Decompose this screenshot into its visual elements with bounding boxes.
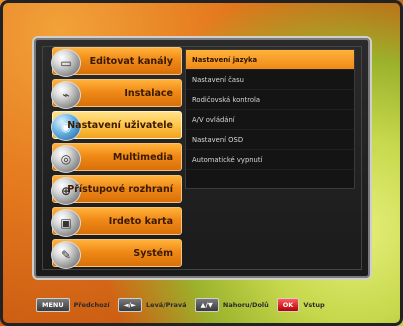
footer-key-up-down[interactable]: ▲/▼ Nahoru/Dolů bbox=[194, 298, 269, 312]
menu-item-irdeto-karta[interactable]: ▣ Irdeto karta bbox=[51, 207, 182, 237]
tv-icon: ▭ bbox=[51, 49, 81, 77]
footer-keybar: MENU Předchozí ◄/► Levá/Pravá ▲/▼ Nahoru… bbox=[36, 296, 366, 314]
multimedia-icon: ◎ bbox=[51, 145, 81, 173]
menu-item-label: Instalace bbox=[124, 87, 173, 99]
submenu-item-nastaveni-osd[interactable]: Nastavení OSD bbox=[186, 130, 354, 150]
menu-key[interactable]: MENU bbox=[36, 298, 70, 312]
left-right-key[interactable]: ◄/► bbox=[117, 298, 143, 312]
footer-key-label: Levá/Pravá bbox=[146, 301, 187, 309]
menu-item-system[interactable]: ✎ Systém bbox=[51, 239, 182, 269]
smart-card-icon: ▣ bbox=[51, 209, 81, 237]
menu-item-pristupove-rozhrani[interactable]: ⊕ Přístupové rozhraní bbox=[51, 175, 182, 205]
submenu-item-rodicovska-kontrola[interactable]: Rodičovská kontrola bbox=[186, 90, 354, 110]
menu-item-label: Multimedia bbox=[112, 151, 173, 163]
footer-key-label: Předchozí bbox=[73, 301, 110, 309]
menu-item-label: Systém bbox=[133, 247, 173, 259]
up-down-key[interactable]: ▲/▼ bbox=[194, 298, 219, 312]
menu-item-multimedia[interactable]: ◎ Multimedia bbox=[51, 143, 182, 173]
settings-panel: ▭ Editovat kanály ⌁ Instalace ◉ Nastaven… bbox=[32, 36, 372, 280]
submenu-item-automaticke-vypnuti[interactable]: Automatické vypnutí bbox=[186, 150, 354, 170]
footer-key-label: Vstup bbox=[303, 301, 325, 309]
submenu: Nastavení jazyka Nastavení času Rodičovs… bbox=[185, 49, 355, 189]
menu-item-editovat-kanaly[interactable]: ▭ Editovat kanály bbox=[51, 47, 182, 77]
satellite-dish-icon: ⌁ bbox=[51, 81, 81, 109]
submenu-item-nastaveni-jazyka[interactable]: Nastavení jazyka bbox=[186, 50, 354, 70]
footer-key-left-right[interactable]: ◄/► Levá/Pravá bbox=[117, 298, 187, 312]
submenu-item-av-ovladani[interactable]: A/V ovládání bbox=[186, 110, 354, 130]
footer-key-menu[interactable]: MENU Předchozí bbox=[36, 298, 110, 312]
footer-key-label: Nahoru/Dolů bbox=[222, 301, 269, 309]
ok-key[interactable]: OK bbox=[276, 298, 300, 312]
system-icon: ✎ bbox=[51, 241, 81, 269]
menu-item-label: Nastavení uživatele bbox=[67, 119, 173, 131]
submenu-item-nastaveni-casu[interactable]: Nastavení času bbox=[186, 70, 354, 90]
menu-item-label: Irdeto karta bbox=[108, 215, 173, 227]
menu-item-instalace[interactable]: ⌁ Instalace bbox=[51, 79, 182, 109]
menu-item-label: Editovat kanály bbox=[89, 55, 173, 67]
footer-key-ok[interactable]: OK Vstup bbox=[276, 298, 325, 312]
menu-item-nastaveni-uzivatele[interactable]: ◉ Nastavení uživatele bbox=[51, 111, 182, 141]
tv-screen: ▭ Editovat kanály ⌁ Instalace ◉ Nastaven… bbox=[0, 0, 403, 326]
menu-item-label: Přístupové rozhraní bbox=[67, 183, 173, 195]
main-menu: ▭ Editovat kanály ⌁ Instalace ◉ Nastaven… bbox=[51, 47, 182, 271]
